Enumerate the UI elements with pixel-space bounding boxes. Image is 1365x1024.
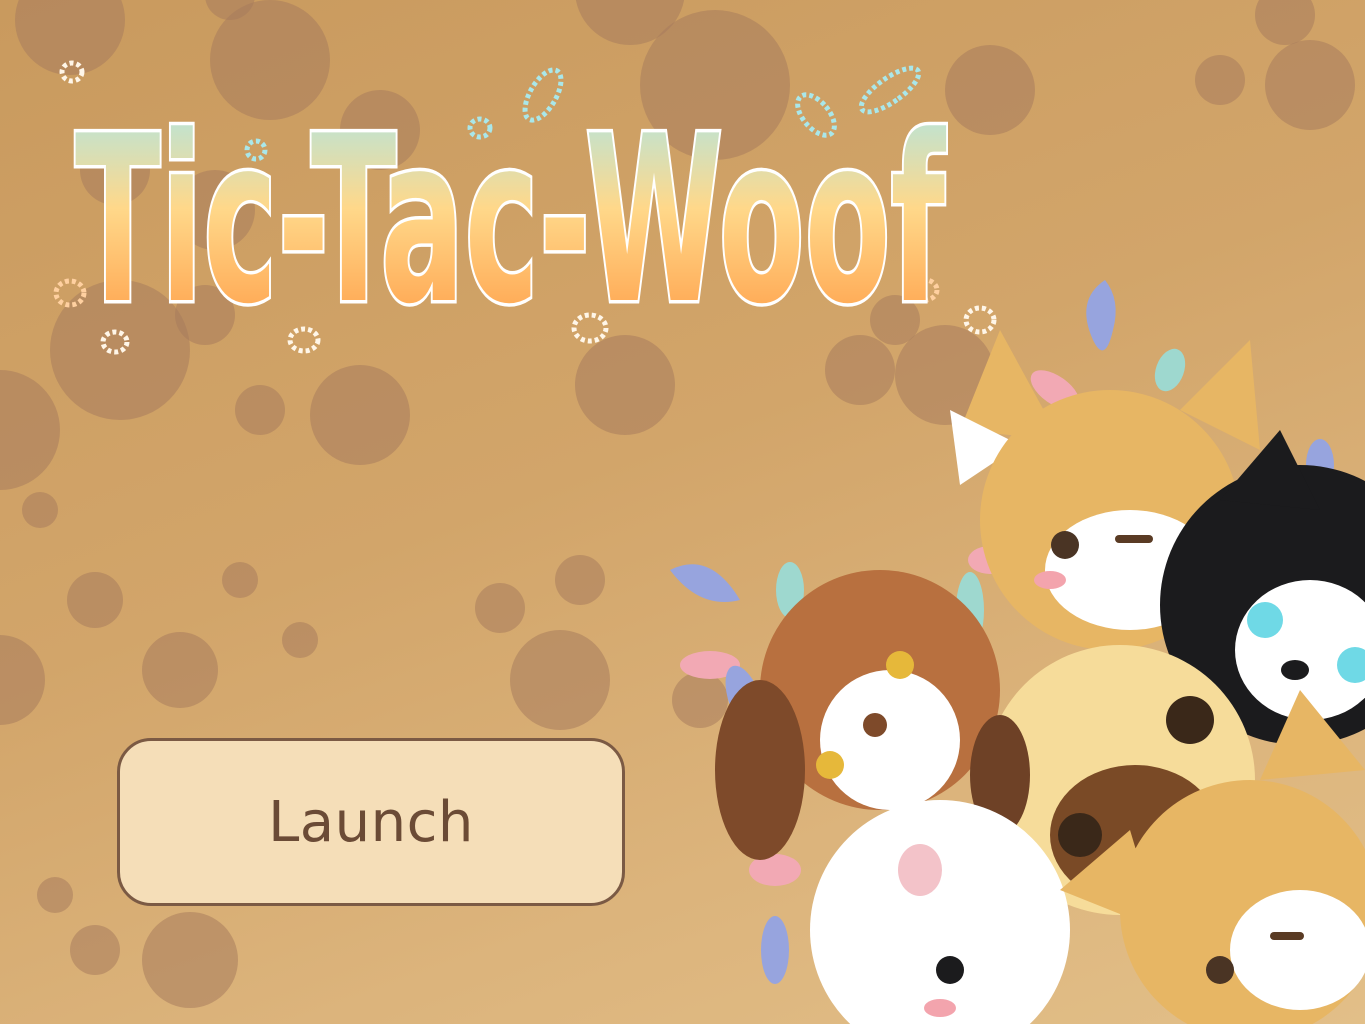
paw-print-icon <box>555 555 605 605</box>
paw-print-icon <box>67 572 123 628</box>
paw-print-icon <box>1265 40 1355 130</box>
paw-print-icon <box>142 632 218 708</box>
paw-print-icon <box>310 365 410 465</box>
paw-print-icon <box>142 912 238 1008</box>
paw-print-icon <box>282 622 318 658</box>
dog-pile-illustration <box>670 280 1365 1024</box>
paw-print-icon <box>0 635 45 725</box>
paw-print-icon <box>37 877 73 913</box>
paw-print-icon <box>22 492 58 528</box>
paw-print-icon <box>510 630 610 730</box>
paw-print-icon <box>1255 0 1315 45</box>
title-screen: Tic-Tac-Woof Launch <box>0 0 1365 1024</box>
launch-button-label: Launch <box>268 789 474 855</box>
launch-button[interactable]: Launch <box>117 738 625 906</box>
paw-print-icon <box>0 370 60 490</box>
paw-print-icon <box>70 925 120 975</box>
paw-print-icon <box>222 562 258 598</box>
paw-print-icon <box>475 583 525 633</box>
paw-print-icon <box>235 385 285 435</box>
paw-print-icon <box>1195 55 1245 105</box>
